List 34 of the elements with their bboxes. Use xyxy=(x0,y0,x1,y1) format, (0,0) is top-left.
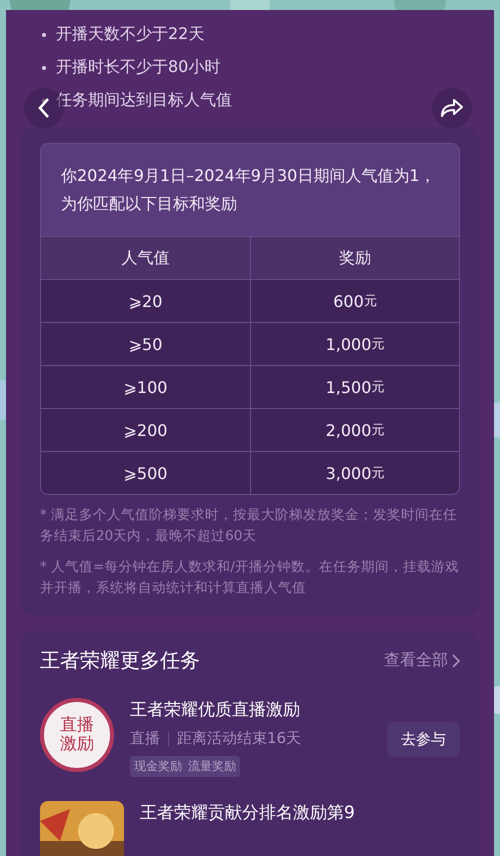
column-header: 奖励 xyxy=(250,236,459,279)
back-icon xyxy=(37,97,51,119)
badge-icon: 直播激励 xyxy=(40,698,114,772)
task-title: 王者荣耀贡献分排名激励第9 xyxy=(140,802,356,824)
share-icon xyxy=(440,98,464,118)
table-cell: 2,000元 xyxy=(250,408,459,451)
view-all-link[interactable]: 查看全部 xyxy=(384,650,460,671)
section-title: 王者荣耀更多任务 xyxy=(40,647,200,674)
task-title: 王者荣耀优质直播激励 xyxy=(130,699,301,721)
table-cell: 3,000元 xyxy=(250,451,459,494)
requirement-text: 开播天数不少于22天 xyxy=(56,24,204,45)
share-button[interactable] xyxy=(432,88,472,128)
note-text: * 满足多个人气值阶梯要求时，按最大阶梯发放奖金；发奖时间在任务结束后20天内，最晚不超过60天 xyxy=(40,506,458,546)
remaining-text: 距离活动结束16天 xyxy=(177,729,302,748)
table-cell: ⩾200 xyxy=(41,408,250,451)
requirement-text: 任务期间达到目标人气值 xyxy=(56,90,232,111)
join-button[interactable]: 去参与 xyxy=(387,722,460,757)
table-cell: 1,000元 xyxy=(250,322,459,365)
table-cell: 1,500元 xyxy=(250,365,459,408)
category-text: 直播 xyxy=(130,729,160,748)
table-cell: ⩾20 xyxy=(41,279,250,322)
note-text: * 人气值=每分钟在房人数求和/开播分钟数。在任务期间，挂载游戏并开播，系统将自动统计和计算直播人气值 xyxy=(40,558,460,598)
bullet-icon xyxy=(42,98,46,102)
bullet-icon xyxy=(42,66,46,70)
tag-group: 现金奖励 流量奖励 xyxy=(130,756,240,777)
table-cell: 600元 xyxy=(250,279,459,322)
table-cell: ⩾100 xyxy=(41,365,250,408)
table-cell: ⩾50 xyxy=(41,322,250,365)
column-header: 人气值 xyxy=(41,236,250,279)
chevron-icon xyxy=(452,654,460,668)
bullet-icon xyxy=(42,32,46,36)
requirement-text: 开播时长不少于80小时 xyxy=(56,57,220,78)
intro-text: 你2024年9月1日–2024年9月30日期间人气值为1，为你匹配以下目标和奖励 xyxy=(60,165,437,215)
table-cell: ⩾500 xyxy=(41,451,250,494)
